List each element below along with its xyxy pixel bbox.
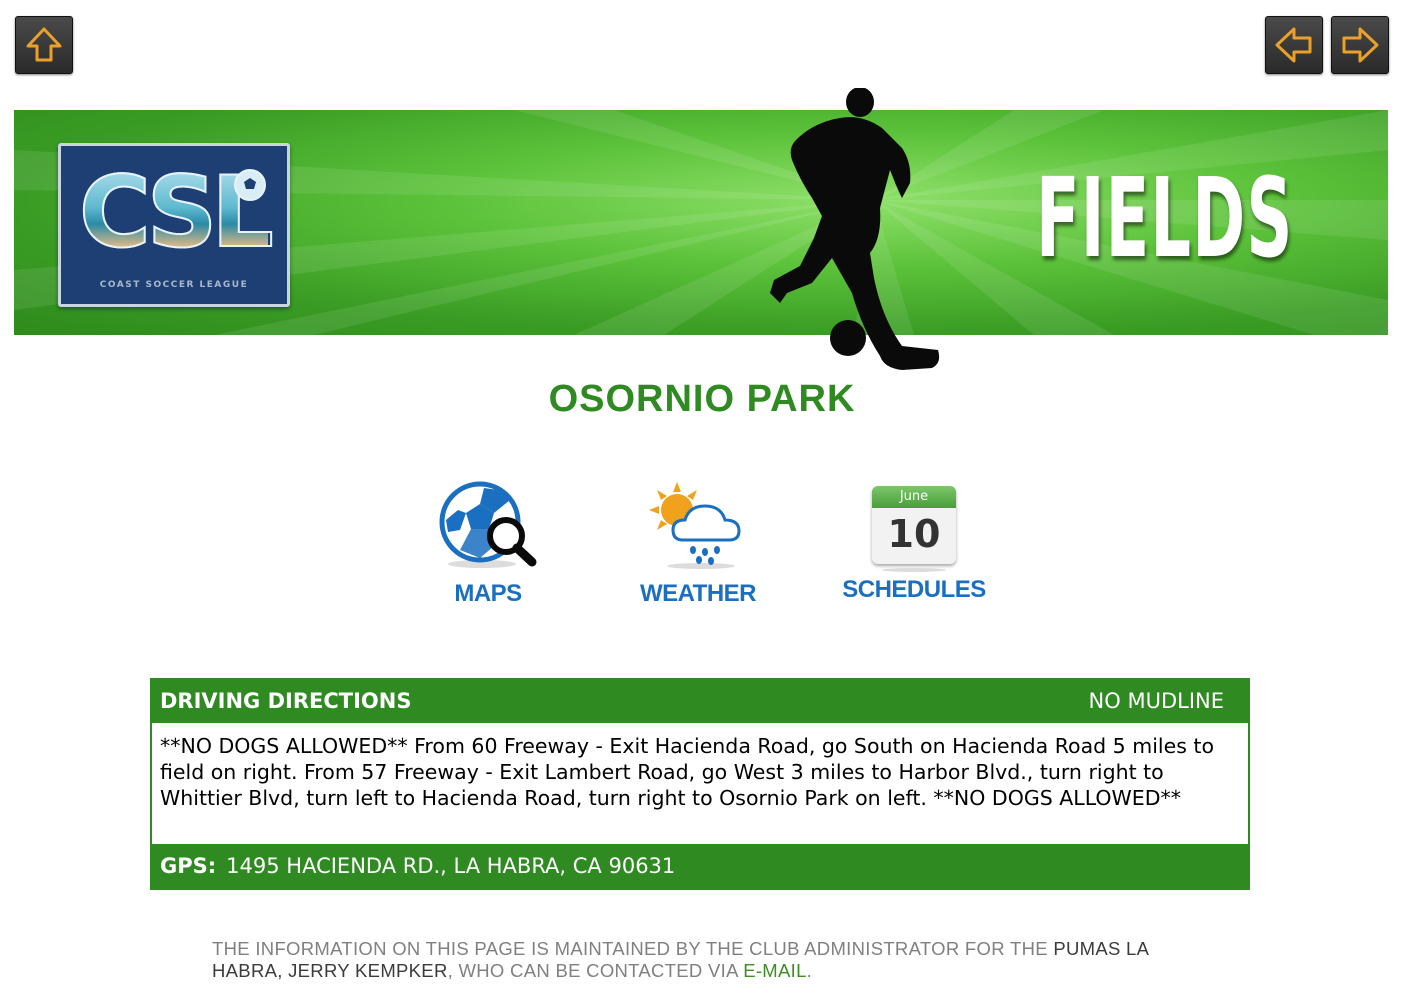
mudline-status: NO MUDLINE xyxy=(1088,689,1224,713)
calendar-icon: June 10 xyxy=(872,480,956,572)
footer-text-2: , WHO CAN BE CONTACTED VIA xyxy=(447,960,744,981)
home-button[interactable] xyxy=(15,16,73,74)
schedules-link[interactable]: June 10 SCHEDULES xyxy=(836,480,992,604)
gps-row: GPS: 1495 HACIENDA RD., LA HABRA, CA 9063… xyxy=(160,854,675,878)
maps-label: MAPS xyxy=(454,580,522,607)
weather-icon xyxy=(649,482,741,569)
footer-text-1: THE INFORMATION ON THIS PAGE IS MAINTAIN… xyxy=(212,938,1054,959)
csl-logo-subtitle: COAST SOCCER LEAGUE xyxy=(99,280,249,290)
page-title: OSORNIO PARK xyxy=(548,378,856,420)
gps-label: GPS: xyxy=(160,854,217,878)
previous-button[interactable] xyxy=(1265,16,1323,74)
weather-label: WEATHER xyxy=(639,580,757,607)
gps-address: 1495 HACIENDA RD., LA HABRA, CA 90631 xyxy=(226,854,676,878)
left-arrow-icon xyxy=(1275,27,1312,63)
directions-text: **NO DOGS ALLOWED** From 60 Freeway - Ex… xyxy=(152,723,1248,844)
banner-title: FIELDS xyxy=(1036,154,1294,282)
footer-note: THE INFORMATION ON THIS PAGE IS MAINTAIN… xyxy=(212,938,1212,982)
csl-logo: CSL COAST SOCCER LEAGUE xyxy=(58,143,290,307)
driving-directions-panel: DRIVING DIRECTIONS NO MUDLINE **NO DOGS … xyxy=(150,678,1250,890)
soccer-ball-icon xyxy=(234,169,266,201)
fields-banner: CSL COAST SOCCER LEAGUE FIELDS xyxy=(14,110,1388,335)
maps-link[interactable]: MAPS xyxy=(430,480,546,608)
weather-link[interactable]: WEATHER xyxy=(632,480,764,608)
directions-heading: DRIVING DIRECTIONS xyxy=(160,689,412,713)
home-arrow-icon xyxy=(26,27,62,62)
map-search-icon xyxy=(439,481,537,568)
calendar-day: 10 xyxy=(887,512,941,556)
footer-text-3: . xyxy=(806,960,813,981)
schedules-label: SCHEDULES xyxy=(842,576,986,603)
soccer-player-silhouette xyxy=(770,88,940,370)
calendar-month: June xyxy=(872,486,956,508)
next-button[interactable] xyxy=(1331,16,1389,74)
email-link[interactable]: E-MAIL xyxy=(743,960,806,981)
right-arrow-icon xyxy=(1342,27,1379,63)
